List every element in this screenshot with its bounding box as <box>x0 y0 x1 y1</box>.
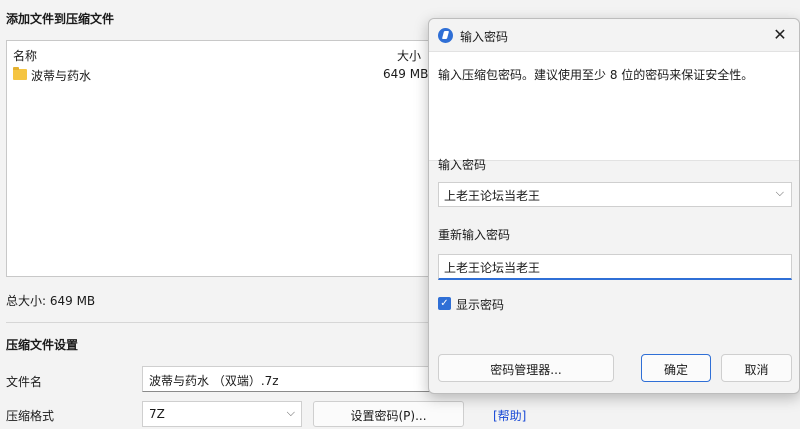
close-icon[interactable]: ✕ <box>769 24 791 46</box>
chevron-down-icon: ⌵ <box>286 406 295 419</box>
reenter-password-label: 重新输入密码 <box>438 228 511 242</box>
cancel-button[interactable]: 取消 <box>721 354 792 382</box>
format-select[interactable]: 7Z ⌵ <box>142 401 302 427</box>
format-value: 7Z <box>149 407 165 421</box>
divider <box>6 322 436 323</box>
file-name: 波蒂与药水 <box>31 69 92 83</box>
folder-icon <box>13 67 27 80</box>
column-header-name[interactable]: 名称 <box>13 47 37 64</box>
password-dialog: 输入密码 ✕ 输入压缩包密码。建议使用至少 8 位的密码来保证安全性。 输入密码… <box>428 18 800 394</box>
app-icon <box>438 28 453 43</box>
show-password-label: 显示密码 <box>456 298 505 312</box>
ok-button[interactable]: 确定 <box>641 354 711 382</box>
dialog-title: 输入密码 <box>460 30 509 44</box>
list-item[interactable]: 波蒂与药水 649 MB <box>13 67 433 85</box>
reenter-password-input[interactable]: 上老王论坛当老王 <box>438 254 792 280</box>
file-size: 649 MB <box>383 67 429 81</box>
column-header-size[interactable]: 大小 <box>397 47 421 64</box>
chevron-down-icon[interactable]: ⌵ <box>776 186 784 200</box>
help-link[interactable]: [帮助] <box>493 407 526 424</box>
password-input[interactable]: 上老王论坛当老王 ⌵ <box>438 182 792 207</box>
total-size: 总大小: 649 MB <box>6 294 96 308</box>
dialog-description-panel: 输入压缩包密码。建议使用至少 8 位的密码来保证安全性。 <box>429 51 799 161</box>
dialog-description: 输入压缩包密码。建议使用至少 8 位的密码来保证安全性。 <box>438 68 754 82</box>
checkmark-icon[interactable]: ✓ <box>438 297 451 310</box>
settings-title: 压缩文件设置 <box>6 338 79 352</box>
file-list[interactable]: 名称 大小 波蒂与药水 649 MB <box>6 40 436 277</box>
dialog-titlebar[interactable]: 输入密码 ✕ <box>429 19 799 51</box>
password-manager-button[interactable]: 密码管理器... <box>438 354 614 382</box>
filename-label: 文件名 <box>6 375 43 389</box>
password-label: 输入密码 <box>438 158 487 172</box>
format-label: 压缩格式 <box>6 409 55 423</box>
password-value: 上老王论坛当老王 <box>444 189 541 203</box>
page-title: 添加文件到压缩文件 <box>6 12 115 26</box>
set-password-button[interactable]: 设置密码(P)... <box>313 401 464 427</box>
filename-input[interactable]: 波蒂与药水 （双端）.7z <box>142 366 432 392</box>
